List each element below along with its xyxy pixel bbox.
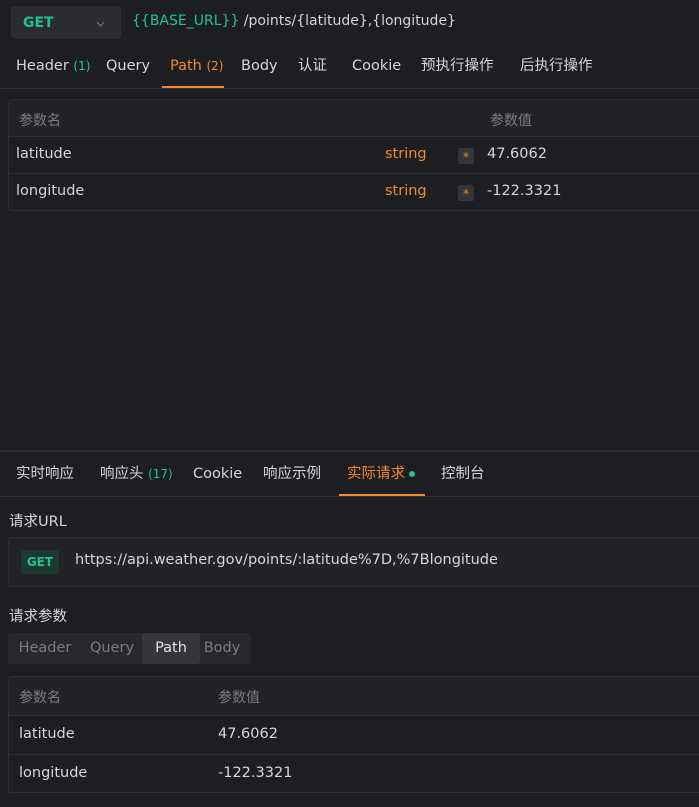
tabs-divider xyxy=(0,496,699,497)
tab-live-response[interactable]: 实时响应 xyxy=(16,452,74,496)
param-value: 47.6062 xyxy=(218,726,278,742)
tab-pre-script[interactable]: 预执行操作 xyxy=(421,44,494,88)
request-params-label: 请求参数 xyxy=(9,609,67,625)
tab-console[interactable]: 控制台 xyxy=(441,452,485,496)
col-param-value: 参数值 xyxy=(218,690,260,706)
request-url-label: 请求URL xyxy=(9,514,67,530)
tab-response-cookie[interactable]: Cookie xyxy=(193,452,242,496)
param-type[interactable]: string xyxy=(385,183,427,199)
tab-actual-request[interactable]: 实际请求 xyxy=(347,452,415,496)
request-url-text[interactable]: https://api.weather.gov/points/:latitude… xyxy=(75,552,498,568)
tabs-divider xyxy=(0,88,699,89)
response-tabs: 实时响应 响应头 (17) Cookie 响应示例 实际请求 控制台 xyxy=(0,452,699,496)
table-row: latitude string * 47.6062 xyxy=(9,137,699,174)
col-param-name: 参数名 xyxy=(19,690,61,706)
table-row: latitude 47.6062 xyxy=(9,716,699,755)
tab-cookie[interactable]: Cookie xyxy=(352,44,401,88)
actual-params-table: 参数名 参数值 latitude 47.6062 longitude -122.… xyxy=(8,676,699,793)
tab-response-headers[interactable]: 响应头 (17) xyxy=(100,452,173,496)
tab-query[interactable]: Query xyxy=(106,44,150,88)
tab-path[interactable]: Path (2) xyxy=(170,44,223,88)
param-value[interactable]: 47.6062 xyxy=(487,146,547,162)
required-icon[interactable]: * xyxy=(458,148,474,164)
request-url-box: GET https://api.weather.gov/points/:lati… xyxy=(8,537,699,587)
url-input[interactable]: {{BASE_URL}} /points/{latitude},{longitu… xyxy=(132,13,456,29)
tab-auth[interactable]: 认证 xyxy=(298,44,327,88)
col-param-name: 参数名 xyxy=(19,113,61,129)
segment-query[interactable]: Query xyxy=(82,633,142,664)
table-header: 参数名 参数值 xyxy=(9,677,699,716)
segment-header[interactable]: Header xyxy=(8,633,82,664)
required-icon[interactable]: * xyxy=(458,185,474,201)
param-name[interactable]: latitude xyxy=(16,146,72,162)
tab-header[interactable]: Header (1) xyxy=(16,44,90,88)
table-header: 参数名 参数值 xyxy=(9,100,699,137)
param-name: longitude xyxy=(19,765,88,781)
segment-path[interactable]: Path xyxy=(142,633,200,664)
method-select[interactable]: GET xyxy=(11,6,121,39)
col-param-value: 参数值 xyxy=(490,113,532,129)
status-dot-icon xyxy=(409,471,415,477)
url-base-variable: {{BASE_URL}} xyxy=(132,13,240,29)
tab-post-script[interactable]: 后执行操作 xyxy=(520,44,593,88)
url-path: /points/{latitude},{longitude} xyxy=(239,13,456,29)
method-badge: GET xyxy=(21,550,59,574)
params-segmented-control: Header Query Path Body xyxy=(8,633,251,664)
param-type[interactable]: string xyxy=(385,146,427,162)
param-value[interactable]: -122.3321 xyxy=(487,183,561,199)
chevron-down-icon xyxy=(96,18,105,27)
method-value: GET xyxy=(23,14,54,31)
param-name: latitude xyxy=(19,726,75,742)
path-params-table: 参数名 参数值 latitude string * 47.6062 longit… xyxy=(8,99,699,211)
request-tabs: Header (1) Query Path (2) Body 认证 Cookie… xyxy=(0,44,699,88)
segment-body[interactable]: Body xyxy=(200,633,244,664)
table-row: longitude -122.3321 xyxy=(9,755,699,794)
param-name[interactable]: longitude xyxy=(16,183,84,199)
table-row: longitude string * -122.3321 xyxy=(9,174,699,211)
tab-body[interactable]: Body xyxy=(241,44,278,88)
param-value: -122.3321 xyxy=(218,765,293,781)
tab-response-example[interactable]: 响应示例 xyxy=(263,452,321,496)
